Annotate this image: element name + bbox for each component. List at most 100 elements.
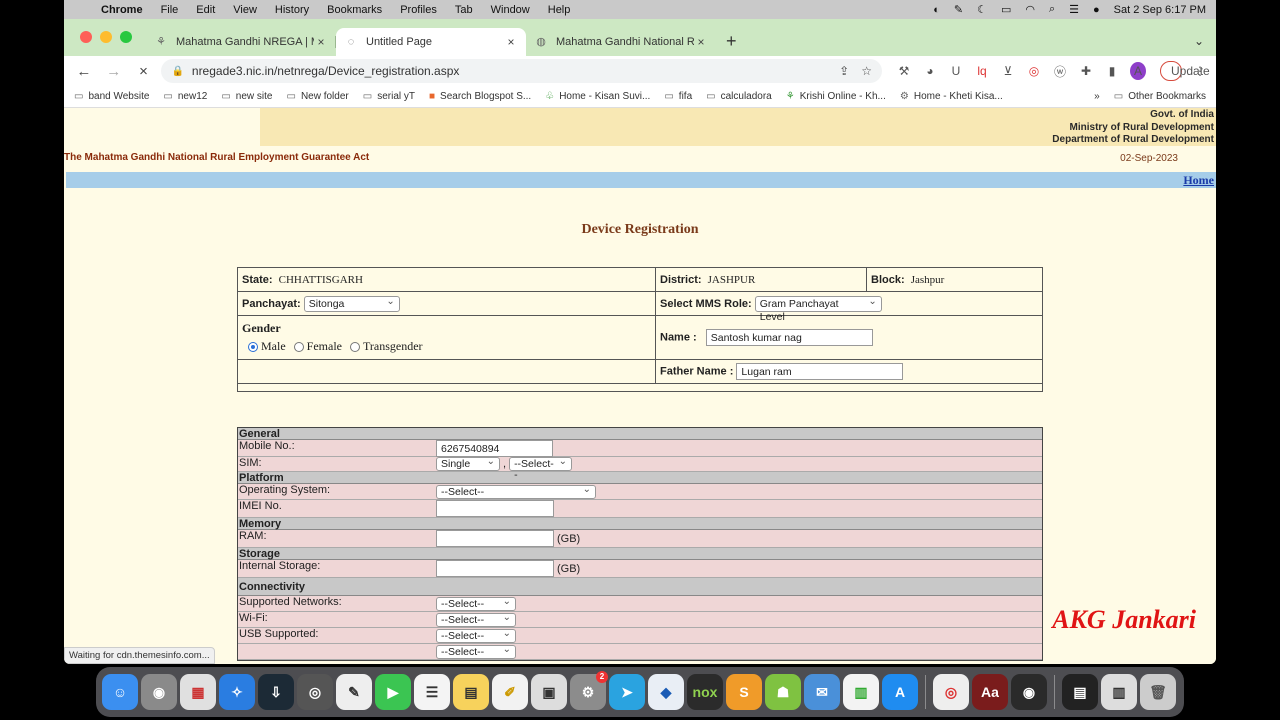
launchpad-icon[interactable]: ▦ xyxy=(180,674,216,710)
extension-u-icon[interactable]: U xyxy=(948,64,964,78)
menu-window[interactable]: Window xyxy=(482,4,539,16)
internal-storage-input[interactable] xyxy=(436,560,554,577)
bookmark-item[interactable]: ▭ band Website xyxy=(74,91,149,102)
finder-icon[interactable]: ☺ xyxy=(102,674,138,710)
bookmark-item[interactable]: ⚘ Krishi Online - Kh... xyxy=(786,91,886,102)
sim-type-select[interactable]: Single xyxy=(436,456,500,471)
radio-transgender[interactable] xyxy=(349,341,360,352)
mapping-app-icon[interactable]: ◆ xyxy=(648,674,684,710)
android-icon[interactable]: ☗ xyxy=(765,674,801,710)
menu-edit[interactable]: Edit xyxy=(187,4,224,16)
close-window-button[interactable] xyxy=(80,31,92,43)
bookmark-star-icon[interactable]: ☆ xyxy=(861,64,872,78)
trash-icon[interactable]: 🗑 xyxy=(1140,674,1176,710)
new-tab-button[interactable]: + xyxy=(716,31,747,56)
menu-view[interactable]: View xyxy=(224,4,266,16)
reminders-icon[interactable]: ☰ xyxy=(414,674,450,710)
sublime-text-icon[interactable]: S xyxy=(726,674,762,710)
chevron-down-icon[interactable]: ⌄ xyxy=(1194,34,1204,48)
bookmark-item[interactable]: ■ Search Blogspot S... xyxy=(429,91,531,102)
usb-select[interactable]: --Select-- xyxy=(436,628,516,643)
minimize-window-button[interactable] xyxy=(100,31,112,43)
battery-icon[interactable]: ▭ xyxy=(1001,3,1011,16)
quicktime-icon[interactable]: ◎ xyxy=(297,674,333,710)
zoom-window-button[interactable] xyxy=(120,31,132,43)
mail-icon[interactable]: ✉ xyxy=(804,674,840,710)
spotlight-search-icon[interactable]: ⌕ xyxy=(1049,3,1055,16)
extension-tools-icon[interactable]: ⚒ xyxy=(896,64,912,78)
screen-share-icon[interactable]: ◐ xyxy=(933,4,940,16)
update-button[interactable]: Update xyxy=(1160,61,1210,81)
bookmark-item[interactable]: ▭ serial yT xyxy=(363,91,415,102)
father-name-input[interactable]: Lugan ram xyxy=(736,363,904,380)
url-text[interactable]: nregade3.nic.in/netnrega/Device_registra… xyxy=(192,64,827,78)
extension-color-icon[interactable]: ◕ xyxy=(922,64,938,78)
obs-icon[interactable]: ◉ xyxy=(1011,674,1047,710)
other-bookmarks[interactable]: ▭ Other Bookmarks xyxy=(1114,91,1206,102)
wifi-icon[interactable]: ◠ xyxy=(1025,3,1035,16)
close-icon[interactable]: × xyxy=(504,35,518,49)
close-icon[interactable]: × xyxy=(314,35,328,49)
menubar-clock[interactable]: Sat 2 Sep 6:17 PM xyxy=(1114,4,1206,16)
tab-nrega-mini[interactable]: ⚘ Mahatma Gandhi NREGA | Mini × xyxy=(146,28,336,56)
panchayat-select[interactable]: Sitonga xyxy=(303,295,400,312)
os-select[interactable]: --Select-- xyxy=(436,484,596,499)
extension-ring-icon[interactable]: ◎ xyxy=(1026,64,1042,78)
screenshot-icon[interactable]: ◉ xyxy=(141,674,177,710)
bookmark-item[interactable]: ▭ new site xyxy=(221,91,272,102)
stop-loading-icon[interactable]: × xyxy=(132,63,156,80)
extension-seo-icon[interactable]: lq xyxy=(974,64,990,78)
extension-wordpress-icon[interactable]: ⓦ xyxy=(1052,63,1068,80)
numbers-icon[interactable]: ▥ xyxy=(843,674,879,710)
menu-profiles[interactable]: Profiles xyxy=(391,4,446,16)
control-center-icon[interactable]: ☰ xyxy=(1069,3,1079,16)
downloader-icon[interactable]: ⇩ xyxy=(258,674,294,710)
radio-male[interactable] xyxy=(248,341,258,352)
bookmark-item[interactable]: ▭ fifa xyxy=(664,91,692,102)
close-icon[interactable]: × xyxy=(694,35,708,49)
forward-arrow-icon[interactable]: → xyxy=(102,63,126,80)
lock-icon[interactable]: 🔒 xyxy=(171,66,183,77)
tool-icon[interactable]: ✎ xyxy=(954,3,963,16)
networks-select[interactable]: --Select-- xyxy=(436,596,516,611)
bookmark-item[interactable]: ♧ Home - Kisan Suvi... xyxy=(545,91,650,102)
bookmark-item[interactable]: ⚙ Home - Kheti Kisa... xyxy=(900,91,1003,102)
profile-avatar[interactable]: A xyxy=(1130,62,1146,80)
notes-icon[interactable]: ▤ xyxy=(453,674,489,710)
kebab-menu-icon[interactable]: ⋮ xyxy=(1192,64,1208,78)
gender-transgender-option[interactable]: Transgender xyxy=(349,339,423,354)
menu-help[interactable]: Help xyxy=(539,4,580,16)
dictionary-icon[interactable]: Aa xyxy=(972,674,1008,710)
mms-role-select[interactable]: Gram Panchayat Level xyxy=(754,295,882,323)
home-link[interactable]: Home xyxy=(1183,173,1214,188)
facetime-icon[interactable]: ▶ xyxy=(375,674,411,710)
menu-bookmarks[interactable]: Bookmarks xyxy=(318,4,391,16)
moon-icon[interactable]: ☾ xyxy=(977,3,987,16)
chrome-icon[interactable]: ◎ xyxy=(933,674,969,710)
textedit-icon[interactable]: ✎ xyxy=(336,674,372,710)
recent-document-thumbnail[interactable]: ▥ xyxy=(1101,674,1137,710)
bookmark-item[interactable]: ▭ New folder xyxy=(286,91,348,102)
tab-untitled-page[interactable]: ◌ Untitled Page × xyxy=(336,28,526,56)
radio-female[interactable] xyxy=(293,341,304,352)
name-input[interactable]: Santosh kumar nag xyxy=(705,329,873,346)
menu-file[interactable]: File xyxy=(152,4,188,16)
ram-input[interactable] xyxy=(436,530,554,547)
sim-second-select[interactable]: --Select-- xyxy=(509,456,573,481)
nox-player-icon[interactable]: nox xyxy=(687,674,723,710)
address-bar[interactable]: 🔒 nregade3.nic.in/netnrega/Device_regist… xyxy=(161,59,882,83)
extension-download-icon[interactable]: ⊻ xyxy=(1000,64,1016,78)
more-bookmarks-chevron[interactable]: » xyxy=(1094,91,1100,102)
back-arrow-icon[interactable]: ← xyxy=(72,63,96,80)
extensions-puzzle-icon[interactable]: ✚ xyxy=(1078,64,1094,78)
wifi-select[interactable]: --Select-- xyxy=(436,612,516,627)
bookmark-item[interactable]: ▭ calculadora xyxy=(706,91,772,102)
app-store-icon[interactable]: A xyxy=(882,674,918,710)
recent-window-thumbnail[interactable]: ▤ xyxy=(1062,674,1098,710)
pencil-app-icon[interactable]: ✐ xyxy=(492,674,528,710)
safari-icon[interactable]: ✧ xyxy=(219,674,255,710)
bookmark-item[interactable]: ▭ new12 xyxy=(163,91,207,102)
telegram-icon[interactable]: ➤ xyxy=(609,674,645,710)
gender-female-option[interactable]: Female xyxy=(293,339,342,354)
next-select[interactable]: --Select-- xyxy=(436,644,516,659)
